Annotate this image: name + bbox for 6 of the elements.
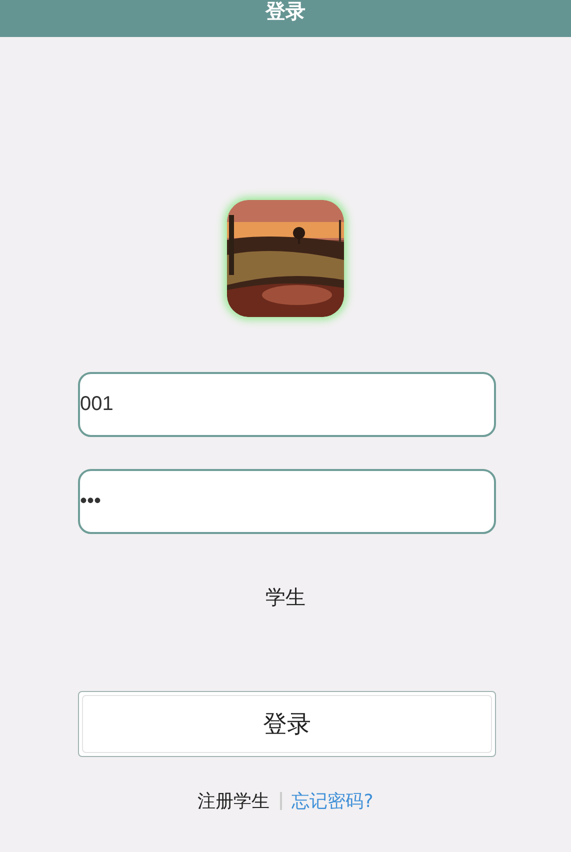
- input-field[interactable]: 001: [78, 372, 496, 437]
- login-button[interactable]: 登录: [78, 691, 496, 757]
- input-field[interactable]: •••: [78, 469, 496, 534]
- role-label: 学生: [264, 584, 306, 611]
- register-link[interactable]: 注册学生: [198, 789, 270, 813]
- page-title: 登录: [266, 0, 306, 22]
